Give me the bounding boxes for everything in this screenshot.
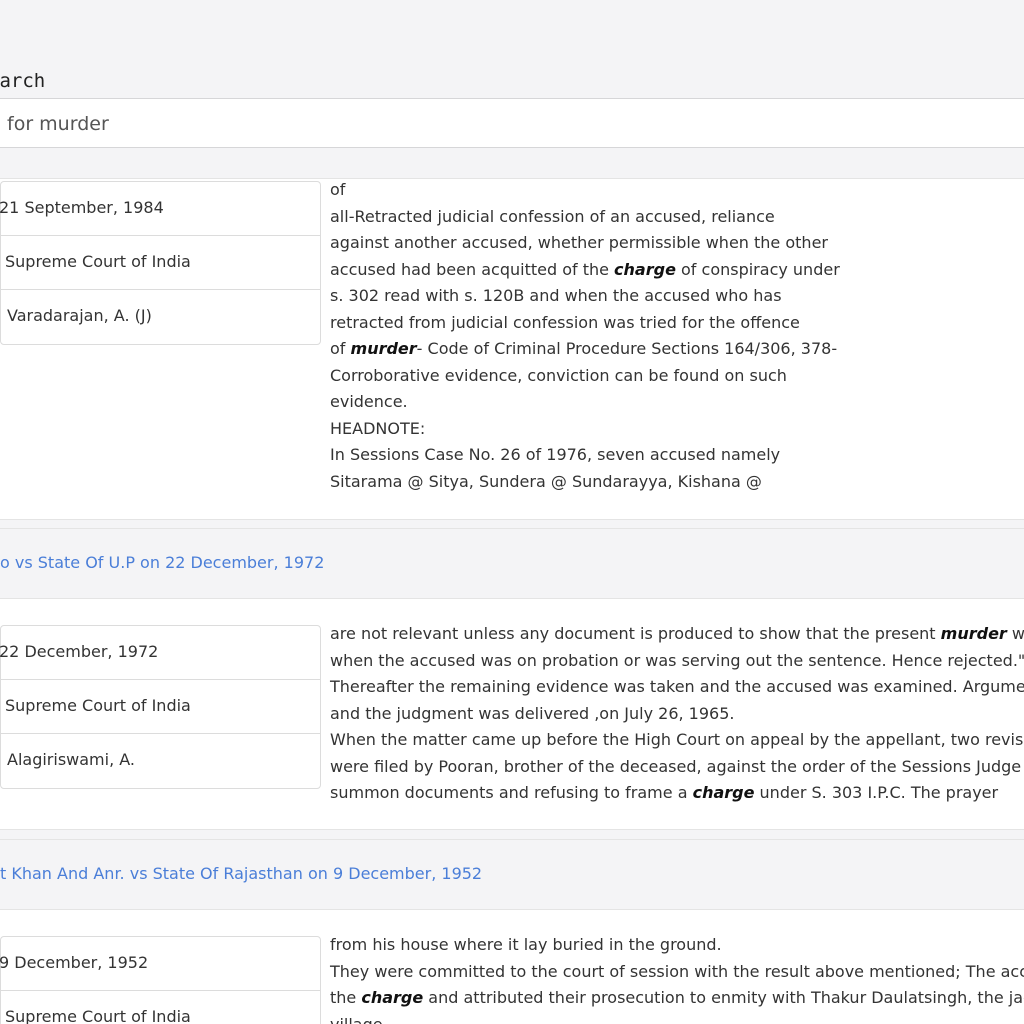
snippet-line: evidence. [330, 392, 408, 411]
result-meta-1: 21 September, 1984 Supreme Court of Indi… [0, 181, 321, 345]
result-header-2: o vs State Of U.P on 22 December, 1972 [0, 528, 1024, 598]
snippet-line: When the matter came up before the High … [330, 730, 1024, 749]
snippet-line: village [330, 1014, 383, 1024]
result-meta-3: 9 December, 1952 Supreme Court of India [0, 936, 321, 1024]
snippet-line: accused had been acquitted of the charge… [330, 259, 840, 279]
result-snippet-1: of all-Retracted judicial confession of a… [330, 177, 1024, 495]
snippet-line: of murder- Code of Criminal Procedure Se… [330, 339, 838, 358]
snippet-line: summon documents and refusing to frame a… [330, 783, 999, 802]
highlight-term: charge [614, 259, 676, 279]
snippet-line: s. 302 read with s. 120B and when the ac… [330, 286, 782, 305]
result-header-3: t Khan And Anr. vs State Of Rajasthan on… [0, 839, 1024, 909]
result-title-link-2[interactable]: o vs State Of U.P on 22 December, 1972 [0, 553, 324, 572]
highlight-term: murder [940, 624, 1007, 643]
snippet-line: of [330, 180, 346, 199]
snippet-line: retracted from judicial confession was t… [330, 312, 800, 332]
meta-date: 9 December, 1952 [0, 953, 149, 972]
meta-author-row: Varadarajan, A. (J) [1, 290, 320, 344]
meta-court: Supreme Court of India [5, 252, 191, 271]
snippet-line: HEADNOTE: [330, 418, 426, 438]
snippet-line: all-Retracted judicial confession of an … [330, 206, 775, 226]
snippet-line: from his house where it lay buried in th… [330, 935, 722, 954]
snippet-line: are not relevant unless any document is … [330, 624, 1024, 643]
result-snippet-3: from his house where it lay buried in th… [330, 932, 1024, 1024]
result-meta-2: 22 December, 1972 Supreme Court of India… [0, 625, 321, 789]
search-query-text: for murder [7, 113, 109, 135]
snippet-line: against another accused, whether permiss… [330, 233, 828, 252]
meta-author: Varadarajan, A. (J) [7, 306, 152, 325]
highlight-term: charge [692, 783, 755, 802]
snippet-line: They were committed to the court of sess… [330, 961, 1024, 981]
meta-date: 21 September, 1984 [0, 198, 164, 217]
meta-court-row: Supreme Court of India [1, 991, 320, 1024]
search-results-page: earch for murder 21 September, 1984 Supr… [0, 0, 1024, 1024]
snippet-line: Thereafter the remaining evidence was ta… [330, 677, 1024, 696]
highlight-term: murder [350, 339, 417, 358]
meta-court-row: Supreme Court of India [1, 236, 320, 290]
snippet-line: were filed by Pooran, brother of the dec… [330, 756, 1022, 776]
snippet-line: and the judgment was delivered ,on July … [330, 703, 735, 723]
meta-court: Supreme Court of India [5, 696, 191, 715]
snippet-line: In Sessions Case No. 26 of 1976, seven a… [330, 445, 781, 464]
meta-author-row: Alagiriswami, A. [1, 734, 320, 788]
snippet-line: when the accused was on probation or was… [330, 650, 1024, 670]
meta-author: Alagiriswami, A. [7, 750, 135, 769]
meta-date-row: 9 December, 1952 [0, 937, 320, 991]
search-label: earch [0, 70, 46, 92]
snippet-line: the charge and attributed their prosecut… [330, 988, 1024, 1007]
highlight-term: charge [361, 988, 424, 1007]
meta-date: 22 December, 1972 [0, 642, 159, 661]
meta-court: Supreme Court of India [5, 1007, 191, 1024]
result-snippet-2: are not relevant unless any document is … [330, 621, 1024, 807]
snippet-line: Sitarama @ Sitya, Sundera @ Sundarayya, … [330, 471, 762, 491]
search-input[interactable]: for murder [0, 98, 1024, 148]
meta-court-row: Supreme Court of India [1, 680, 320, 734]
snippet-line: Corroborative evidence, conviction can b… [330, 365, 787, 385]
meta-date-row: 22 December, 1972 [0, 626, 320, 680]
meta-date-row: 21 September, 1984 [0, 182, 320, 236]
result-title-link-3[interactable]: t Khan And Anr. vs State Of Rajasthan on… [0, 864, 482, 883]
